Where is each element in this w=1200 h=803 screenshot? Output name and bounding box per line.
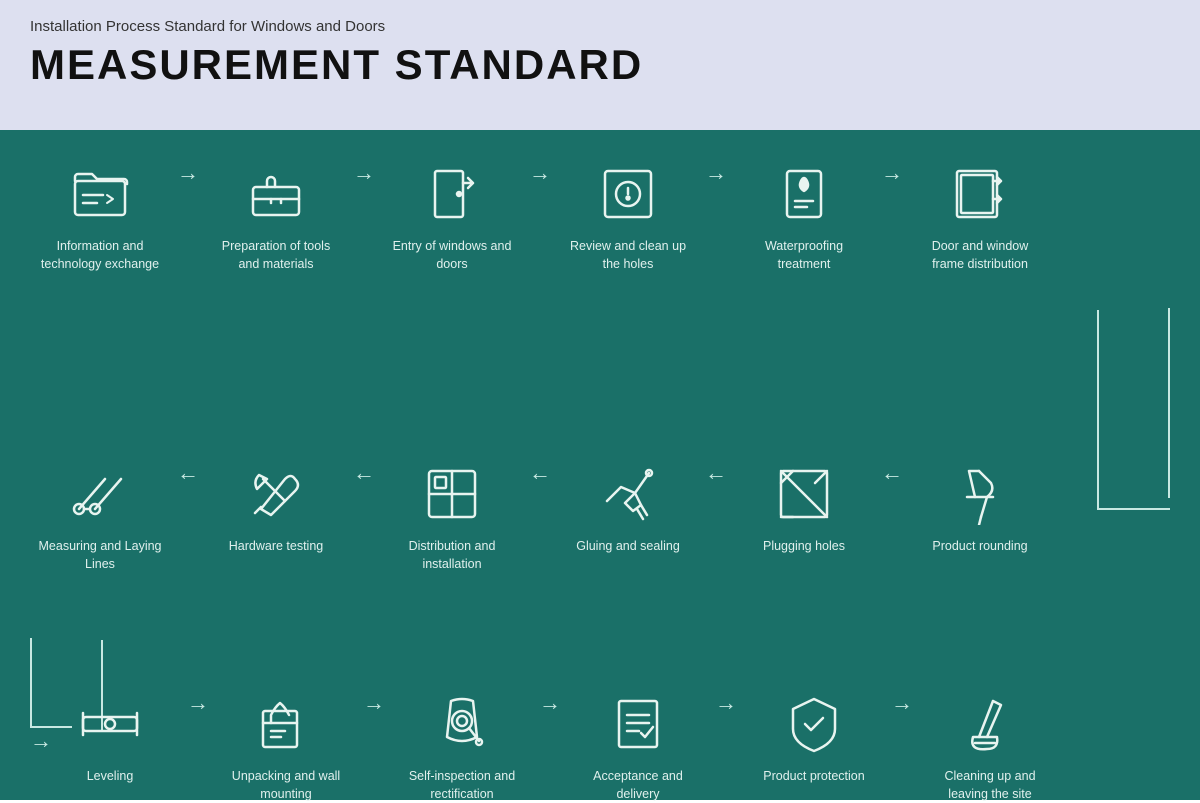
plug-holes-icon <box>770 460 838 528</box>
step-label-entry-windows: Entry of windows and doors <box>387 238 517 273</box>
step-hardware: Hardware testing <box>206 460 346 556</box>
waterproof-icon <box>770 160 838 228</box>
arrow-3-4: → <box>708 690 744 716</box>
step-distribution: Distribution and installation <box>382 460 522 573</box>
folder-icon <box>66 160 134 228</box>
measure-scissors-icon <box>66 460 134 528</box>
door-entry-icon <box>418 160 486 228</box>
shield-check-icon <box>780 690 848 758</box>
arrow-r2: ← <box>346 460 382 486</box>
step-label-leveling: Leveling <box>87 768 134 786</box>
wrench-screwdriver-icon <box>242 460 310 528</box>
self-inspect-icon <box>428 690 496 758</box>
step-label-frame-dist: Door and window frame distribution <box>915 238 1045 273</box>
broom-cleanup-icon <box>956 690 1024 758</box>
thumbtack-icon <box>946 460 1014 528</box>
arrow-3-2: → <box>356 690 392 716</box>
arrow-2: → <box>346 160 382 186</box>
frame-export-icon <box>946 160 1014 228</box>
arrow-3-5: → <box>884 690 920 716</box>
header-subtitle: Installation Process Standard for Window… <box>30 18 1170 35</box>
step-label-protection: Product protection <box>763 768 864 786</box>
step-rounding: Product rounding <box>910 460 1050 556</box>
step-self-inspect: Self-inspection and rectification <box>392 690 532 803</box>
arrow-5: → <box>874 160 910 186</box>
step-frame-dist: Door and window frame distribution <box>910 160 1050 273</box>
arrow-r3: ← <box>522 460 558 486</box>
step-review-holes: Review and clean up the holes <box>558 160 698 273</box>
step-label-gluing: Gluing and sealing <box>576 538 680 556</box>
unpack-mount-icon <box>252 690 320 758</box>
step-label-waterproofing: Waterproofing treatment <box>739 238 869 273</box>
step-plugging: Plugging holes <box>734 460 874 556</box>
grid-install-icon <box>418 460 486 528</box>
arrow-3-1: → <box>180 690 216 716</box>
step-label-review-holes: Review and clean up the holes <box>563 238 693 273</box>
accept-deliver-icon <box>604 690 672 758</box>
row1-to-row2-connector <box>1168 308 1170 498</box>
step-label-cleanup: Cleaning up and leaving the site <box>925 768 1055 803</box>
glue-gun-icon <box>594 460 662 528</box>
step-label-hardware: Hardware testing <box>229 538 324 556</box>
header: Installation Process Standard for Window… <box>0 0 1200 130</box>
step-label-info-tech: Information and technology exchange <box>35 238 165 273</box>
step-label-rounding: Product rounding <box>932 538 1027 556</box>
toolbox-icon <box>242 160 310 228</box>
header-title: MEASUREMENT STANDARD <box>30 41 1170 89</box>
main-content: Information and technology exchange → Pr… <box>0 130 1200 800</box>
step-label-plugging: Plugging holes <box>763 538 845 556</box>
step-protection: Product protection <box>744 690 884 786</box>
step-label-acceptance: Acceptance and delivery <box>573 768 703 803</box>
step-label-self-inspect: Self-inspection and rectification <box>397 768 527 803</box>
step-label-prep-tools: Preparation of tools and materials <box>211 238 341 273</box>
arrow-1: → <box>170 160 206 186</box>
step-entry-windows: Entry of windows and doors <box>382 160 522 273</box>
step-gluing: Gluing and sealing <box>558 460 698 556</box>
arrow-3-3: → <box>532 690 568 716</box>
step-waterproofing: Waterproofing treatment <box>734 160 874 273</box>
step-info-tech: Information and technology exchange <box>30 160 170 273</box>
step-unpacking: Unpacking and wall mounting <box>216 690 356 803</box>
level-icon <box>76 690 144 758</box>
step-label-measuring: Measuring and Laying Lines <box>35 538 165 573</box>
step-label-distribution: Distribution and installation <box>387 538 517 573</box>
step-label-unpacking: Unpacking and wall mounting <box>221 768 351 803</box>
row2-to-row3-horiz <box>30 726 72 728</box>
row3: Leveling → Unpacking and wall mounting → <box>30 690 1170 803</box>
arrow-r5: ← <box>874 460 910 486</box>
row2: Measuring and Laying Lines ← Hardware te… <box>30 460 1170 573</box>
search-inspect-icon <box>594 160 662 228</box>
step-prep-tools: Preparation of tools and materials <box>206 160 346 273</box>
step-measuring: Measuring and Laying Lines <box>30 460 170 573</box>
row1: Information and technology exchange → Pr… <box>30 160 1170 273</box>
step-acceptance: Acceptance and delivery <box>568 690 708 803</box>
step-cleanup: Cleaning up and leaving the site <box>920 690 1060 803</box>
arrow-4: → <box>698 160 734 186</box>
arrow-3: → <box>522 160 558 186</box>
row2-to-row3-top <box>30 638 32 728</box>
arrow-r4: ← <box>698 460 734 486</box>
step-leveling: Leveling <box>40 690 180 786</box>
arrow-r1: ← <box>170 460 206 486</box>
